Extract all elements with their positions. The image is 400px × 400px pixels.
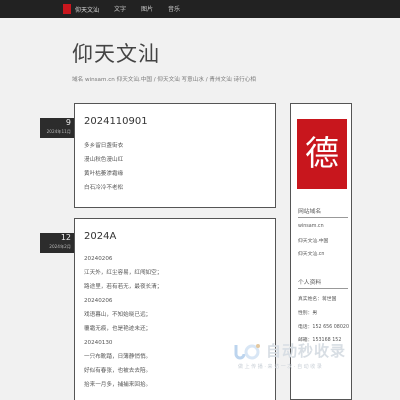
- nav-link-text[interactable]: 文字: [114, 4, 126, 13]
- post-line: 多乡留日盏街衣: [84, 143, 124, 149]
- post-line: 黄叶枯萎渗霜缘: [84, 171, 124, 177]
- site-title[interactable]: 仰天文汕: [72, 38, 160, 68]
- post-line: 戏语暮山，不知始晓已远；: [84, 312, 152, 318]
- nav-link-images[interactable]: 图片: [141, 4, 153, 13]
- post-line: 抬来一月多，捕捕来回拾。: [84, 382, 152, 388]
- watermark-tagline: 做 上 传 播 · 来 访 一 次 · 自 动 收 录: [238, 364, 322, 370]
- main-nav: 文字 图片 音乐: [114, 4, 180, 13]
- post-year-month: 2024年2月: [49, 244, 71, 249]
- post-day: 9: [65, 118, 71, 127]
- sidebar-domain-item[interactable]: winsam.cn: [298, 224, 324, 229]
- brand-logo-icon: [63, 4, 71, 14]
- post-day: 12: [60, 233, 71, 242]
- watermark-overlay: 自动秒收录 做 上 传 播 · 来 访 一 次 · 自 动 收 录: [232, 340, 387, 370]
- top-navigation-bar: 仰天文汕 文字 图片 音乐: [0, 0, 400, 18]
- post-card: 2024A 20240206 江天外，红尘容易，红闯如空； 路途里，若有若无，最…: [74, 218, 276, 400]
- sidebar-domain-item[interactable]: 仰天文汕.cn: [298, 250, 324, 257]
- profile-name: 真实姓名：蒋世国: [298, 297, 337, 302]
- nav-link-music[interactable]: 音乐: [168, 4, 180, 13]
- watermark-logo-icon: [234, 343, 260, 359]
- post-line: 白石冷冷不老松: [84, 185, 124, 191]
- post-line: 20240206: [84, 256, 113, 262]
- post-year-month: 2024年11月: [46, 129, 71, 134]
- post-line: 覆霜无痕，也是艳迹未还；: [84, 326, 152, 332]
- post-title[interactable]: 2024A: [84, 231, 116, 242]
- post-line: 20240206: [84, 298, 113, 304]
- post-excerpt: 多乡留日盏街衣 漫山秋色漫山红 黄叶枯萎渗霜缘 白石冷冷不老松: [84, 139, 123, 195]
- post-date-badge: 9 2024年11月: [40, 118, 74, 138]
- post-line: 路途里，若有若无，最夜长清；: [84, 284, 163, 290]
- sidebar-heading-profile: 个人资料: [298, 277, 348, 289]
- profile-phone: 电话：152 656 08020: [298, 325, 350, 330]
- brand[interactable]: 仰天文汕: [63, 4, 99, 14]
- post-line: 江天外，红尘容易，红闯如空；: [84, 270, 163, 276]
- post-line: 一只布靴踏，日薄静悄悄。: [84, 354, 152, 360]
- profile-gender: 性别：男: [298, 311, 318, 316]
- seal-logo: 德: [297, 119, 347, 189]
- watermark-text: 自动秒收录: [266, 342, 347, 360]
- site-subtitle: 域名 winsam.cn 仰天文汕.中国 / 仰天文汕 写意山水 / 青州文汕 …: [72, 77, 256, 83]
- sidebar-heading-domains: 网站域名: [298, 206, 348, 218]
- post-line: 20240130: [84, 340, 113, 346]
- sidebar-domain-item[interactable]: 仰天文汕.中国: [298, 237, 328, 244]
- post-line: 漫山秋色漫山红: [84, 157, 124, 163]
- post-date-badge: 12 2024年2月: [40, 233, 74, 253]
- post-title[interactable]: 2024110901: [84, 116, 148, 127]
- seal-glyph: 德: [305, 134, 339, 174]
- post-card: 2024110901 多乡留日盏街衣 漫山秋色漫山红 黄叶枯萎渗霜缘 白石冷冷不…: [74, 103, 276, 208]
- post-line: 好似有春张，也被去去陪。: [84, 368, 152, 374]
- brand-name: 仰天文汕: [75, 6, 100, 14]
- post-excerpt: 20240206 江天外，红尘容易，红闯如空； 路途里，若有若无，最夜长清； 2…: [84, 252, 162, 392]
